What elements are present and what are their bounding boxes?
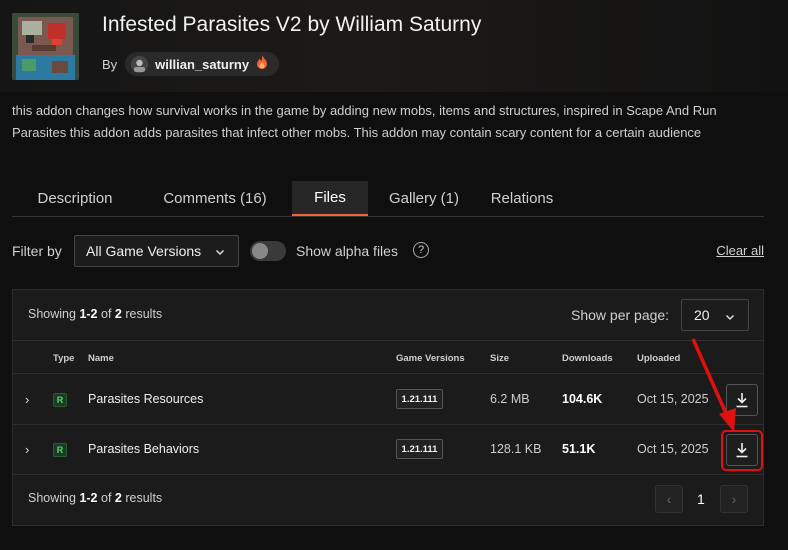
chevron-right-icon[interactable]: › (25, 442, 29, 457)
results-of: of (101, 491, 112, 505)
results-count: Showing 1-2 of 2 results (28, 307, 162, 321)
col-name[interactable]: Name (88, 353, 114, 364)
project-tabs: Description Comments (16) Files Gallery … (12, 181, 764, 217)
project-title: Infested Parasites V2 by William Saturny (102, 13, 482, 36)
clear-all-link[interactable]: Clear all (716, 243, 764, 258)
tab-gallery[interactable]: Gallery (1) (368, 181, 480, 216)
file-size: 6.2 MB (490, 392, 530, 406)
chevron-down-icon (724, 310, 736, 326)
results-suffix: results (125, 491, 163, 505)
toggle-knob (252, 243, 268, 259)
results-range: 1-2 (79, 307, 98, 321)
project-description: this addon changes how survival works in… (12, 103, 717, 140)
release-type-badge: R (53, 393, 67, 407)
col-versions[interactable]: Game Versions (396, 353, 465, 364)
game-version-select[interactable]: All Game Versions (74, 235, 239, 267)
results-total: 2 (114, 491, 122, 505)
col-uploaded[interactable]: Uploaded (637, 353, 680, 364)
results-range: 1-2 (79, 491, 98, 505)
per-page-value: 20 (694, 307, 710, 323)
download-button[interactable] (726, 434, 758, 466)
file-name[interactable]: Parasites Behaviors (88, 442, 199, 456)
download-count: 104.6K (562, 392, 603, 406)
release-type-badge: R (53, 443, 67, 457)
results-of: of (101, 307, 112, 321)
chevron-down-icon (214, 245, 226, 261)
results-total: 2 (114, 307, 122, 321)
file-size: 128.1 KB (490, 442, 542, 456)
upload-date: Oct 15, 2025 (637, 392, 709, 406)
showing-prefix: Showing (28, 307, 76, 321)
author-link[interactable]: willian_saturny (125, 52, 280, 76)
table-row[interactable]: › R Parasites Behaviors 1.21.111 128.1 K… (13, 425, 763, 475)
project-avatar (12, 13, 79, 80)
fire-icon (256, 54, 268, 74)
author-avatar (131, 55, 149, 73)
pagination-prev-button[interactable]: ‹ (655, 485, 683, 513)
filter-label: Filter by (12, 243, 62, 259)
upload-date: Oct 15, 2025 (637, 442, 709, 456)
pagination-current-page[interactable]: 1 (697, 491, 705, 507)
col-size[interactable]: Size (490, 353, 509, 364)
download-icon (736, 443, 748, 458)
by-label: By (102, 56, 118, 72)
download-count: 51.1K (562, 442, 596, 456)
per-page-select[interactable]: 20 (681, 299, 749, 331)
table-header: Type Name Game Versions Size Downloads U… (13, 342, 763, 374)
file-name[interactable]: Parasites Resources (88, 392, 203, 406)
game-version-value: All Game Versions (86, 243, 202, 259)
author-name: willian_saturny (155, 56, 250, 72)
per-page-label: Show per page: (571, 307, 670, 323)
tab-comments[interactable]: Comments (16) (138, 181, 292, 216)
alpha-toggle[interactable] (250, 241, 286, 261)
table-row[interactable]: › R Parasites Resources 1.21.111 6.2 MB … (13, 375, 763, 425)
results-header: Showing 1-2 of 2 results Show per page: … (13, 290, 763, 341)
filter-bar: Filter by All Game Versions Show alpha f… (12, 235, 764, 267)
download-icon (736, 393, 748, 408)
game-version-badge: 1.21.111 (396, 389, 443, 409)
tab-files[interactable]: Files (292, 181, 368, 216)
project-header: Infested Parasites V2 by William Saturny… (0, 0, 788, 92)
tab-description[interactable]: Description (12, 181, 138, 216)
files-panel: Showing 1-2 of 2 results Show per page: … (12, 289, 764, 526)
tab-relations[interactable]: Relations (480, 181, 564, 216)
pagination-next-button[interactable]: › (720, 485, 748, 513)
download-button[interactable] (726, 384, 758, 416)
author-row: By willian_saturny (102, 52, 280, 76)
chevron-right-icon[interactable]: › (25, 392, 29, 407)
results-count-footer: Showing 1-2 of 2 results (28, 491, 162, 505)
showing-prefix: Showing (28, 491, 76, 505)
alpha-label: Show alpha files (296, 243, 398, 259)
col-downloads[interactable]: Downloads (562, 353, 613, 364)
results-suffix: results (125, 307, 163, 321)
game-version-badge: 1.21.111 (396, 439, 443, 459)
col-type[interactable]: Type (53, 353, 74, 364)
help-circle-icon[interactable]: ? (413, 242, 429, 258)
